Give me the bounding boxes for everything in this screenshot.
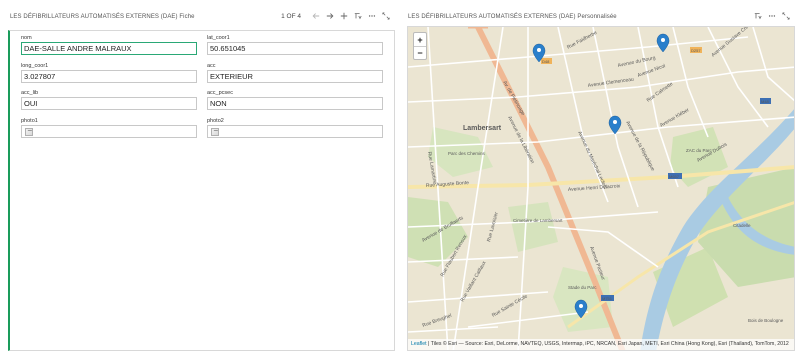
field-label: acc_lib <box>21 90 39 96</box>
field-label: lat_coor1 <box>207 35 230 41</box>
attribution-text: | Tiles © Esri — Source: Esri, DeLorme, … <box>426 341 789 347</box>
filter-icon <box>754 13 762 20</box>
zoom-out-button[interactable]: − <box>414 46 426 59</box>
filter-button[interactable] <box>751 9 765 23</box>
zoom-control: + − <box>413 32 427 60</box>
more-options-button[interactable] <box>365 9 379 23</box>
more-options-button[interactable] <box>765 9 779 23</box>
form-toolbar: 1 OF 4 <box>281 9 393 23</box>
form-panel-header: LES DÉFIBRILLATEURS AUTOMATISÉS EXTERNES… <box>0 0 399 30</box>
place-label: Stade du Parc <box>568 285 597 290</box>
place-label: Cimetière de Lambersart <box>513 218 563 223</box>
expand-button[interactable] <box>379 9 393 23</box>
field-acc: acc EXTERIEUR <box>207 63 383 83</box>
place-label: Parc des Chemins <box>448 151 486 156</box>
long-coor1-input[interactable]: 3.027807 <box>21 70 197 83</box>
field-label: acc <box>207 63 216 69</box>
expand-icon <box>382 12 390 20</box>
next-record-button[interactable] <box>323 9 337 23</box>
lat-coor1-input[interactable]: 50.651045 <box>207 42 383 55</box>
arrow-right-icon <box>326 13 334 19</box>
plus-icon <box>340 12 348 20</box>
map-toolbar <box>751 9 793 23</box>
map-tiles[interactable]: D257 D48 M657 M751 M48 Rue Faidherbe Ave… <box>408 27 795 351</box>
filter-button[interactable] <box>351 9 365 23</box>
ellipsis-icon <box>368 15 376 17</box>
form-panel-title: LES DÉFIBRILLATEURS AUTOMATISÉS EXTERNES… <box>10 14 195 20</box>
field-photo2: photo2 <box>207 118 383 138</box>
acc-input[interactable]: EXTERIEUR <box>207 70 383 83</box>
leaflet-link[interactable]: Leaflet <box>411 341 427 347</box>
nom-input[interactable]: DAE-SALLE ANDRE MALRAUX <box>21 42 197 55</box>
field-label: photo2 <box>207 118 224 124</box>
road-badge-label: M657 <box>669 174 680 179</box>
add-record-button[interactable] <box>337 9 351 23</box>
ellipsis-icon <box>768 15 776 17</box>
road-badge-label: D257 <box>691 48 701 53</box>
field-label: long_coor1 <box>21 63 49 69</box>
acc-lib-input[interactable]: OUI <box>21 97 197 110</box>
place-label: Citadelle <box>733 223 751 228</box>
field-lat-coor1: lat_coor1 50.651045 <box>207 35 383 55</box>
field-label: photo1 <box>21 118 38 124</box>
acc-pcsec-input[interactable]: NON <box>207 97 383 110</box>
form-panel: LES DÉFIBRILLATEURS AUTOMATISÉS EXTERNES… <box>0 0 399 357</box>
arrow-left-icon <box>312 13 320 19</box>
expand-icon <box>782 12 790 20</box>
area-label: Lambersart <box>463 125 502 132</box>
road-badge-label: D48 <box>542 59 550 64</box>
image-placeholder-icon <box>211 128 219 136</box>
map-panel: LES DÉFIBRILLATEURS AUTOMATISÉS EXTERNES… <box>403 0 799 357</box>
field-label: nom <box>21 35 32 41</box>
expand-button[interactable] <box>779 9 793 23</box>
place-label: ZAC du Parc <box>686 148 713 153</box>
field-photo1: photo1 <box>21 118 197 138</box>
photo2-attachment[interactable] <box>207 125 383 138</box>
field-nom: nom DAE-SALLE ANDRE MALRAUX <box>21 35 197 55</box>
image-placeholder-icon <box>25 128 33 136</box>
map-attribution: Leaflet | Tiles © Esri — Source: Esri, D… <box>408 339 794 350</box>
field-acc-lib: acc_lib OUI <box>21 90 197 110</box>
map-view[interactable]: D257 D48 M657 M751 M48 Rue Faidherbe Ave… <box>407 26 795 351</box>
field-label: acc_pcsec <box>207 90 233 96</box>
filter-icon <box>354 13 362 20</box>
road-badge-label: M751 <box>602 296 613 301</box>
field-long-coor1: long_coor1 3.027807 <box>21 63 197 83</box>
place-label: Bois de Boulogne <box>748 318 784 323</box>
field-acc-pcsec: acc_pcsec NON <box>207 90 383 110</box>
record-pager: 1 OF 4 <box>281 12 301 20</box>
road-badge-label: M48 <box>761 99 770 104</box>
photo1-attachment[interactable] <box>21 125 197 138</box>
zoom-in-button[interactable]: + <box>414 33 426 46</box>
previous-record-button[interactable] <box>309 9 323 23</box>
record-form: nom DAE-SALLE ANDRE MALRAUX lat_coor1 50… <box>8 30 395 351</box>
map-panel-title: LES DÉFIBRILLATEURS AUTOMATISÉS EXTERNES… <box>408 14 617 20</box>
